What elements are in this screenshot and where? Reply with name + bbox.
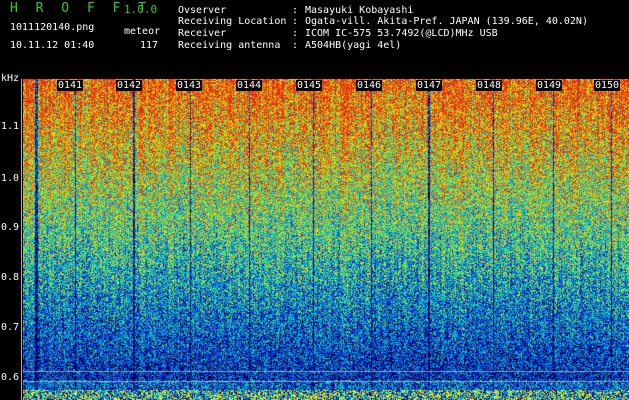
filename: 1011120140.png: [10, 22, 95, 33]
x-tick-label: 0145: [296, 80, 323, 91]
datetime: 10.11.12 01:40: [10, 40, 95, 51]
spectrogram-canvas[interactable]: [23, 79, 629, 400]
info-value-observer: Masayuki Kobayashi: [305, 5, 414, 16]
y-tick-label: 0.7: [1, 322, 20, 333]
info-colon: :: [292, 28, 299, 39]
x-tick-label: 0150: [594, 80, 621, 91]
info-colon: :: [292, 40, 299, 51]
y-tick-label: 0.6: [1, 372, 20, 383]
info-label-antenna: Receiving antenna: [178, 40, 281, 51]
app-version: 1.0.0: [124, 3, 158, 16]
x-tick-label: 0143: [176, 80, 203, 91]
y-axis-unit: kHz: [1, 73, 20, 84]
info-label-receiver: Receiver: [178, 28, 227, 39]
info-label-location: Receiving Location: [178, 16, 287, 27]
info-colon: :: [292, 16, 299, 27]
y-tick-label: 0.9: [1, 222, 20, 233]
x-tick-label: 0146: [356, 80, 383, 91]
x-tick-label: 0148: [476, 80, 503, 91]
x-tick-label: 0142: [116, 80, 143, 91]
y-tick-label: 1.0: [1, 173, 20, 184]
y-axis-line: [21, 79, 22, 400]
info-label-observer: Ovserver: [178, 5, 227, 16]
x-tick-label: 0147: [416, 80, 443, 91]
y-tick-label: 1.1: [1, 121, 20, 132]
info-value-location: Ogata-vill. Akita-Pref. JAPAN (139.96E, …: [305, 16, 588, 27]
info-colon: :: [292, 5, 299, 16]
y-tick-label: 0.8: [1, 272, 20, 283]
x-tick-label: 0141: [57, 80, 84, 91]
mode-label: meteor: [124, 26, 161, 37]
info-value-receiver: ICOM IC-575 53.7492(@LCD)MHz USB: [305, 28, 498, 39]
x-tick-label: 0149: [536, 80, 563, 91]
count-value: 117: [140, 40, 159, 51]
x-tick-label: 0144: [236, 80, 263, 91]
spectrogram-area[interactable]: [23, 79, 629, 400]
info-value-antenna: A504HB(yagi 4el): [305, 40, 402, 51]
